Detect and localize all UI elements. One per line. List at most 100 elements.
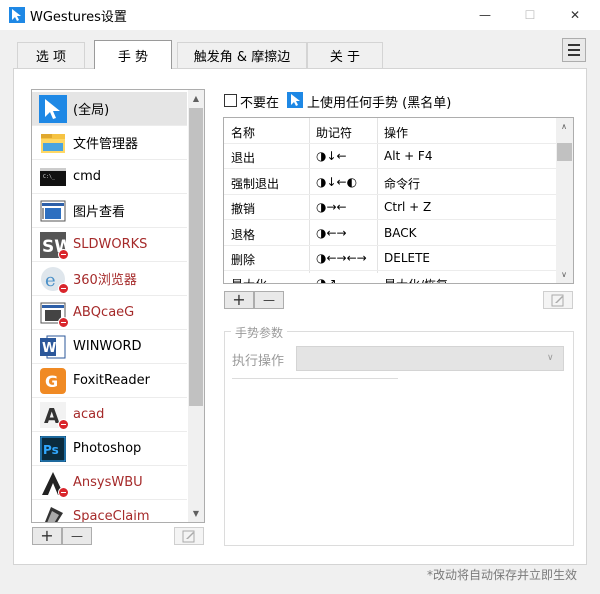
minimize-button[interactable]: — bbox=[462, 0, 508, 30]
gesture-mnemonic[interactable]: ◑←→ bbox=[316, 226, 347, 240]
gesture-mnemonic[interactable]: ◑↗ bbox=[316, 276, 337, 283]
edit-app-button[interactable] bbox=[174, 527, 204, 545]
app-item-label: AnsysWBU bbox=[73, 475, 143, 490]
maximize-icon: ☐ bbox=[524, 8, 536, 22]
add-gesture-button[interactable]: + bbox=[224, 291, 254, 309]
column-header-action[interactable]: 操作 bbox=[384, 124, 408, 141]
folder-icon bbox=[41, 133, 65, 153]
app-list-scroll-thumb[interactable] bbox=[189, 108, 203, 406]
blacklist-badge-icon bbox=[58, 418, 69, 430]
hamburger-icon bbox=[568, 44, 580, 46]
terminal-icon: C:\_ bbox=[40, 167, 66, 186]
blacklist-badge-icon bbox=[58, 486, 69, 498]
cursor-icon bbox=[287, 92, 303, 108]
maximize-button[interactable]: ☐ bbox=[507, 0, 553, 30]
wgestures-logo-icon bbox=[9, 7, 25, 23]
gesture-action[interactable]: Alt + F4 bbox=[384, 149, 432, 163]
app-item-label: SpaceClaim bbox=[73, 509, 150, 523]
gesture-action[interactable]: 命令行 bbox=[384, 175, 420, 192]
app-item-label: 文件管理器 bbox=[73, 137, 139, 152]
app-item-360browser[interactable]: e 360浏览器 bbox=[32, 262, 187, 296]
gesture-table-scroll-thumb[interactable] bbox=[557, 143, 572, 161]
window-title: WGestures设置 bbox=[30, 10, 127, 25]
autosave-note: *改动将自动保存并立即生效 bbox=[427, 568, 578, 582]
edit-pencil-icon bbox=[182, 530, 195, 543]
blacklist-badge-icon bbox=[58, 520, 69, 522]
gesture-mnemonic[interactable]: ◑↓←◐ bbox=[316, 175, 357, 189]
app-item-spaceclaim[interactable]: SpaceClaim bbox=[32, 500, 187, 523]
gesture-params-title: 手势参数 bbox=[231, 324, 288, 341]
svg-text:C:\_: C:\_ bbox=[43, 174, 56, 180]
word-icon: W bbox=[40, 335, 66, 358]
scroll-down-arrow-icon[interactable]: ▼ bbox=[188, 505, 204, 522]
gesture-action[interactable]: 最大化/恢复 bbox=[384, 276, 448, 283]
app-item-global[interactable]: (全局) bbox=[32, 92, 187, 126]
gesture-name[interactable]: 退格 bbox=[231, 226, 255, 243]
exec-action-label: 执行操作 bbox=[232, 354, 285, 369]
photoshop-icon: Ps bbox=[40, 435, 66, 462]
svg-text:W: W bbox=[42, 341, 56, 356]
gesture-mnemonic[interactable]: ◑→← bbox=[316, 200, 347, 214]
app-item-label: cmd bbox=[73, 169, 102, 184]
app-item-label: ABQcaeG bbox=[73, 305, 135, 320]
tab-options[interactable]: 选 项 bbox=[17, 42, 85, 68]
gesture-name[interactable]: 退出 bbox=[231, 149, 255, 166]
gesture-mnemonic[interactable]: ◑←→←→ bbox=[316, 251, 367, 265]
scroll-up-arrow-icon[interactable]: ▲ bbox=[188, 90, 204, 107]
scroll-down-arrow-icon[interactable]: ∨ bbox=[556, 266, 572, 283]
exec-action-select[interactable] bbox=[296, 346, 564, 371]
app-item-acad[interactable]: A acad bbox=[32, 398, 187, 432]
blacklist-badge-icon bbox=[58, 248, 69, 260]
app-item-winword[interactable]: W WINWORD bbox=[32, 330, 187, 364]
params-divider bbox=[232, 378, 398, 379]
blacklist-badge-icon bbox=[58, 316, 69, 328]
app-item-photoshop[interactable]: Ps Photoshop bbox=[32, 432, 187, 466]
gesture-name[interactable]: 强制退出 bbox=[231, 175, 279, 192]
blacklist-label-before: 不要在 bbox=[240, 96, 280, 111]
app-item-foxitreader[interactable]: G FoxitReader bbox=[32, 364, 187, 398]
scroll-up-arrow-icon[interactable]: ∧ bbox=[556, 118, 572, 135]
chevron-down-icon: ∨ bbox=[547, 353, 554, 363]
blacklist-label-after: 上使用任何手势 (黑名单) bbox=[307, 96, 452, 111]
column-header-mnemonic[interactable]: 助记符 bbox=[316, 124, 352, 141]
edit-gesture-button[interactable] bbox=[543, 291, 573, 309]
app-list[interactable]: (全局) 文件管理器 C:\_ cmd 图片查看 SW SLDWORKS e 3… bbox=[31, 89, 205, 523]
remove-app-button[interactable]: — bbox=[62, 527, 92, 545]
spaceclaim-icon bbox=[40, 503, 66, 522]
foxit-icon: G bbox=[40, 367, 66, 394]
blacklist-badge-icon bbox=[58, 282, 69, 294]
minimize-icon: — bbox=[479, 8, 491, 22]
app-item-label: 360浏览器 bbox=[73, 273, 137, 288]
close-button[interactable]: ✕ bbox=[552, 0, 598, 30]
tab-trigger-corners[interactable]: 触发角 & 摩擦边 bbox=[177, 42, 307, 68]
app-item-label: (全局) bbox=[73, 103, 110, 118]
add-app-button[interactable]: + bbox=[32, 527, 62, 545]
app-item-label: Photoshop bbox=[73, 441, 142, 456]
gesture-action[interactable]: DELETE bbox=[384, 251, 430, 265]
app-item-file-manager[interactable]: 文件管理器 bbox=[32, 126, 187, 160]
app-item-image-viewer[interactable]: 图片查看 bbox=[32, 194, 187, 228]
app-item-ansyswbu[interactable]: AnsysWBU bbox=[32, 466, 187, 500]
image-viewer-icon bbox=[40, 200, 66, 221]
gesture-action[interactable]: Ctrl + Z bbox=[384, 200, 431, 214]
edit-pencil-icon bbox=[551, 294, 564, 307]
gesture-name[interactable]: 最大化 bbox=[231, 276, 267, 283]
gesture-action[interactable]: BACK bbox=[384, 226, 416, 240]
column-header-name[interactable]: 名称 bbox=[231, 124, 255, 141]
app-item-label: WINWORD bbox=[73, 339, 142, 354]
gesture-name[interactable]: 删除 bbox=[231, 251, 255, 268]
blacklist-checkbox[interactable] bbox=[224, 94, 237, 107]
gesture-table[interactable]: 名称 助记符 操作 退出 ◑↓← Alt + F4 强制退出 ◑↓←◐ 命令行 … bbox=[223, 117, 574, 284]
app-item-cmd[interactable]: C:\_ cmd bbox=[32, 160, 187, 194]
app-item-abqcaeg[interactable]: ABQcaeG bbox=[32, 296, 187, 330]
app-item-sldworks[interactable]: SW SLDWORKS bbox=[32, 228, 187, 262]
tab-about[interactable]: 关 于 bbox=[307, 42, 383, 68]
gesture-mnemonic[interactable]: ◑↓← bbox=[316, 149, 347, 163]
tab-gestures[interactable]: 手 势 bbox=[94, 40, 172, 69]
remove-gesture-button[interactable]: — bbox=[254, 291, 284, 309]
menu-button[interactable] bbox=[562, 38, 586, 62]
gesture-name[interactable]: 撤销 bbox=[231, 200, 255, 217]
app-item-label: acad bbox=[73, 407, 105, 422]
app-item-label: 图片查看 bbox=[73, 205, 126, 220]
svg-text:e: e bbox=[45, 270, 56, 291]
